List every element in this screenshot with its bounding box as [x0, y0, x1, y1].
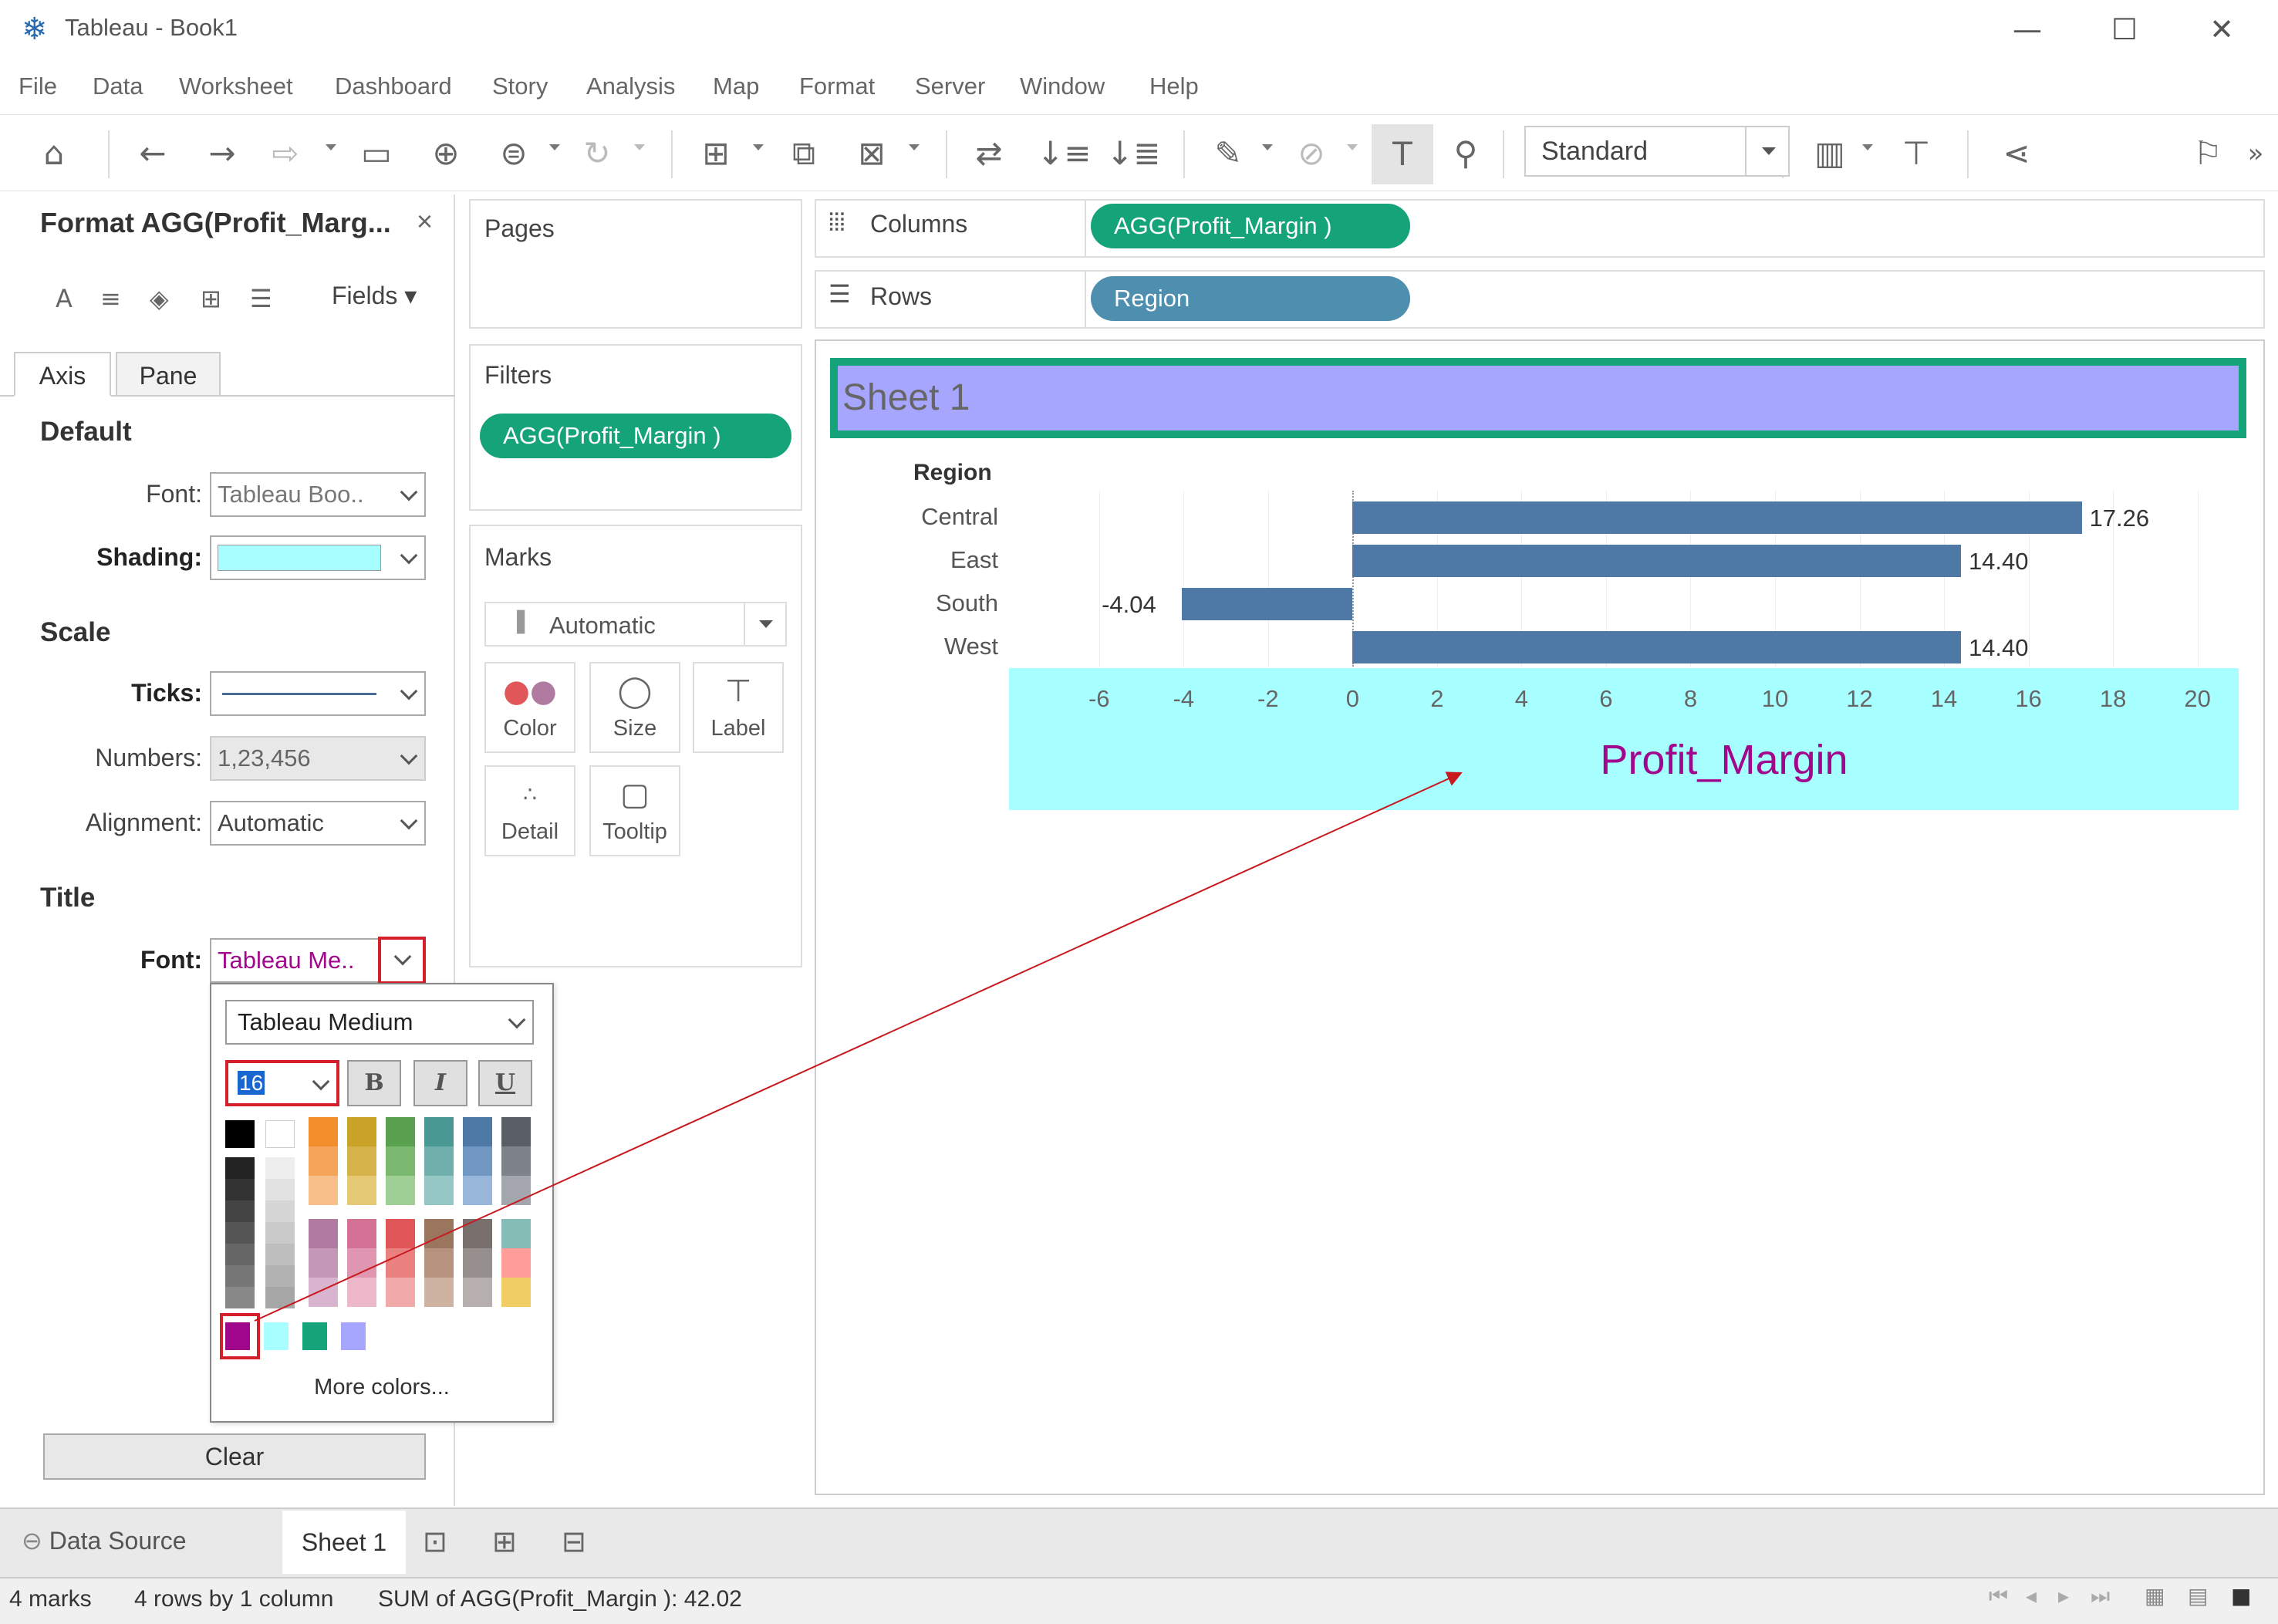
data-source-label: Data Source: [49, 1527, 187, 1555]
grid-view-icon[interactable]: ▦: [2145, 1583, 2165, 1609]
new-dashboard-tab-icon[interactable]: ⊞: [492, 1524, 517, 1558]
status-marks: 4 marks: [9, 1586, 92, 1612]
status-sum: SUM of AGG(Profit_Margin ): 42.02: [378, 1586, 742, 1612]
new-worksheet-tab-icon[interactable]: ⊡: [423, 1524, 447, 1558]
filmstrip-view-icon[interactable]: ▤: [2188, 1583, 2208, 1609]
sheet1-tab[interactable]: Sheet 1: [282, 1511, 406, 1574]
data-source-tab[interactable]: ⊖ Data Source: [22, 1526, 187, 1555]
status-bar: [0, 1577, 2278, 1624]
new-story-tab-icon[interactable]: ⊟: [562, 1524, 586, 1558]
first-page-icon[interactable]: ⏮: [1989, 1583, 2008, 1609]
last-page-icon[interactable]: ⏭: [2091, 1583, 2110, 1609]
prev-page-icon[interactable]: ◂: [2026, 1583, 2037, 1609]
arrow-line: [254, 771, 1463, 1322]
tab-view-icon[interactable]: ■: [2231, 1583, 2251, 1609]
status-rows-columns: 4 rows by 1 column: [134, 1586, 334, 1612]
database-icon: ⊖: [22, 1526, 42, 1555]
annotation-arrow: [254, 771, 1463, 1322]
next-page-icon[interactable]: ▸: [2058, 1583, 2069, 1609]
